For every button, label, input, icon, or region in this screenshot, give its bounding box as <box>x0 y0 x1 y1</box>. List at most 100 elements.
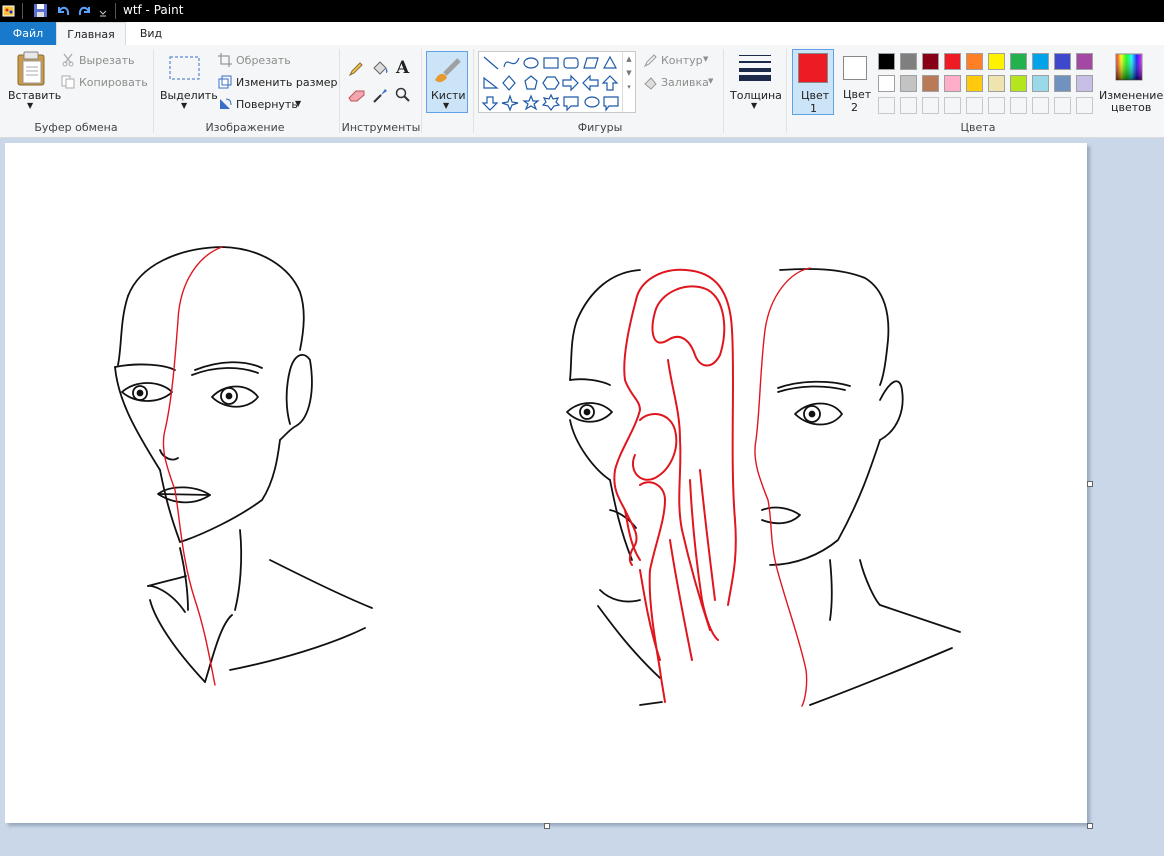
shapes-grid[interactable] <box>479 52 619 112</box>
resize-button[interactable]: Изменить размер <box>236 76 338 89</box>
outline-dropdown-arrow-icon[interactable]: ▼ <box>703 55 708 63</box>
fill-button[interactable]: Заливка <box>661 76 709 89</box>
select-icon[interactable] <box>168 55 202 83</box>
line-thickness-icon[interactable] <box>737 53 773 81</box>
palette-swatch[interactable] <box>1054 75 1071 92</box>
palette-swatch[interactable] <box>1054 53 1071 70</box>
color2-button[interactable]: Цвет 2 <box>838 49 872 115</box>
crop-button[interactable]: Обрезать <box>236 54 291 67</box>
rotate-icon[interactable] <box>218 97 232 111</box>
fill-dropdown-arrow-icon[interactable]: ▼ <box>708 77 713 85</box>
custom-color-slot[interactable] <box>944 97 961 114</box>
size-dropdown-arrow-icon[interactable]: ▼ <box>751 101 757 110</box>
paste-dropdown-arrow-icon[interactable]: ▼ <box>27 101 33 110</box>
custom-color-slot[interactable] <box>1032 97 1049 114</box>
palette-swatch[interactable] <box>966 53 983 70</box>
palette-swatch[interactable] <box>944 53 961 70</box>
fill-icon[interactable] <box>643 76 657 90</box>
custom-color-slot[interactable] <box>900 97 917 114</box>
resize-handle-right[interactable] <box>1087 481 1093 487</box>
save-icon[interactable] <box>33 3 49 19</box>
custom-color-slot[interactable] <box>922 97 939 114</box>
paste-icon[interactable] <box>15 51 47 87</box>
clipboard-group-label: Буфер обмена <box>34 121 118 134</box>
ribbon-tabs: Файл Главная Вид <box>0 22 1164 45</box>
tab-home[interactable]: Главная <box>56 22 126 45</box>
color2-swatch <box>843 56 867 80</box>
custom-color-slot[interactable] <box>966 97 983 114</box>
magnifier-icon[interactable] <box>395 87 411 103</box>
palette-swatch[interactable] <box>922 75 939 92</box>
right-head-drawing <box>761 268 961 706</box>
color1-button[interactable]: Цвет 1 <box>792 49 834 115</box>
edit-colors-icon[interactable] <box>1115 53 1143 81</box>
resize-handle-corner[interactable] <box>1087 823 1093 829</box>
color-picker-icon[interactable] <box>372 86 388 104</box>
tab-view[interactable]: Вид <box>131 22 171 45</box>
redo-icon[interactable] <box>77 3 93 19</box>
resize-icon[interactable] <box>218 75 232 89</box>
palette-swatch[interactable] <box>900 53 917 70</box>
palette-swatch[interactable] <box>1076 75 1093 92</box>
custom-color-slot[interactable] <box>1054 97 1071 114</box>
brushes-button[interactable]: Кисти ▼ <box>426 51 468 113</box>
color2-label: Цвет <box>843 88 872 101</box>
custom-color-slot[interactable] <box>878 97 895 114</box>
colors-group-label: Цвета <box>960 121 996 134</box>
palette-swatch[interactable] <box>1076 53 1093 70</box>
outline-button[interactable]: Контур <box>661 54 703 67</box>
right-head-red-line <box>754 267 811 707</box>
left-head-red-line <box>162 246 223 686</box>
rotate-dropdown-arrow-icon[interactable]: ▼ <box>295 99 301 108</box>
tab-file[interactable]: Файл <box>0 22 56 45</box>
palette-swatch[interactable] <box>1010 53 1027 70</box>
brushes-dropdown-arrow-icon: ▼ <box>443 101 450 110</box>
palette-swatch[interactable] <box>966 75 983 92</box>
custom-color-slot[interactable] <box>1010 97 1027 114</box>
palette-swatch[interactable] <box>1010 75 1027 92</box>
copy-icon[interactable] <box>61 75 75 89</box>
paint-app-icon[interactable] <box>2 3 16 19</box>
brush-icon <box>435 58 461 83</box>
fill-bucket-icon[interactable] <box>371 59 389 77</box>
palette-swatch[interactable] <box>1032 75 1049 92</box>
ribbon: Вставить ▼ Вырезать Копировать Буфер обм… <box>0 45 1164 138</box>
palette-swatch[interactable] <box>878 53 895 70</box>
middle-head-red-anatomy <box>613 268 737 703</box>
drawing-canvas[interactable] <box>5 143 1087 823</box>
paste-button-label[interactable]: Вставить <box>8 89 61 102</box>
copy-button[interactable]: Копировать <box>79 76 148 89</box>
select-dropdown-arrow-icon[interactable]: ▼ <box>181 101 187 110</box>
color2-number: 2 <box>851 101 858 114</box>
crop-icon[interactable] <box>218 53 232 67</box>
palette-swatch[interactable] <box>878 75 895 92</box>
shapes-gallery-scroll[interactable]: ▲ ▼ ▾ <box>622 52 635 112</box>
text-tool-icon[interactable]: A <box>396 58 409 78</box>
palette-swatch[interactable] <box>900 75 917 92</box>
palette-swatch[interactable] <box>988 53 1005 70</box>
outline-icon[interactable] <box>643 54 657 68</box>
cut-icon[interactable] <box>61 53 75 67</box>
customize-quick-access-icon[interactable] <box>98 3 108 19</box>
pencil-icon[interactable] <box>348 61 364 77</box>
palette-swatch[interactable] <box>1032 53 1049 70</box>
palette-swatch[interactable] <box>922 53 939 70</box>
custom-color-slot[interactable] <box>1076 97 1093 114</box>
resize-handle-bottom[interactable] <box>544 823 550 829</box>
drawing[interactable] <box>5 143 1087 823</box>
palette-swatch[interactable] <box>944 75 961 92</box>
edit-colors-label-2[interactable]: цветов <box>1111 101 1151 114</box>
custom-color-slot[interactable] <box>988 97 1005 114</box>
tools-group-label: Инструменты <box>341 121 421 134</box>
select-button-label[interactable]: Выделить <box>160 89 218 102</box>
shapes-gallery: ▲ ▼ ▾ <box>478 51 636 113</box>
shapes-group-label: Фигуры <box>577 121 623 134</box>
rotate-button[interactable]: Повернуть <box>236 98 298 111</box>
image-group-label: Изображение <box>205 121 285 134</box>
palette-swatch[interactable] <box>988 75 1005 92</box>
undo-icon[interactable] <box>55 3 71 19</box>
color1-label: Цвет <box>801 89 830 102</box>
eraser-icon[interactable] <box>348 89 366 103</box>
window-title: wtf - Paint <box>123 3 184 17</box>
cut-button[interactable]: Вырезать <box>79 54 134 67</box>
